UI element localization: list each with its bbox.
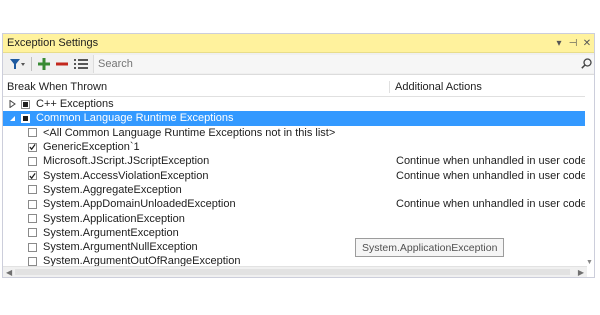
window-menu-dropdown-icon[interactable]: ▾	[552, 38, 566, 49]
row-checkbox[interactable]	[28, 128, 37, 138]
row-checkbox[interactable]	[28, 156, 37, 166]
scroll-left-arrow-icon[interactable]: ◀	[6, 268, 12, 277]
exception-row[interactable]: System.ArgumentNullException	[3, 240, 594, 254]
window-title: Exception Settings	[7, 37, 99, 49]
exception-name: Common Language Runtime Exceptions	[36, 112, 234, 125]
exception-row[interactable]: System.AppDomainUnloadedException Continu…	[3, 197, 594, 211]
row-checkbox[interactable]	[28, 142, 37, 152]
column-additional-actions[interactable]: Additional Actions	[390, 81, 594, 93]
exception-row[interactable]: GenericException`1	[3, 140, 594, 154]
row-checkbox[interactable]	[28, 199, 37, 209]
column-header: Break When Thrown Additional Actions	[3, 77, 594, 97]
remove-exception-button[interactable]	[53, 55, 71, 73]
exception-name: System.ArgumentNullException	[43, 241, 198, 254]
edit-conditions-icon	[74, 58, 88, 69]
exception-name: <All Common Language Runtime Exceptions …	[43, 126, 336, 139]
collapsed-arrow-icon[interactable]	[8, 100, 17, 109]
exception-row[interactable]: C++ Exceptions	[3, 97, 594, 111]
exception-name: C++ Exceptions	[36, 98, 114, 111]
column-break-when-thrown[interactable]: Break When Thrown	[3, 80, 390, 93]
scroll-right-arrow-icon[interactable]: ▶	[578, 268, 584, 277]
row-checkbox[interactable]	[28, 242, 37, 252]
add-icon	[38, 57, 50, 70]
edit-conditions-button[interactable]	[71, 55, 91, 73]
additional-action: Continue when unhandled in user code	[396, 169, 587, 182]
pin-icon[interactable]: ⊣	[566, 38, 580, 49]
exception-name: System.AggregateException	[43, 183, 182, 196]
search-input[interactable]	[98, 57, 578, 70]
exception-row[interactable]: System.AggregateException	[3, 183, 594, 197]
tooltip: System.ApplicationException	[355, 238, 505, 257]
row-checkbox[interactable]	[21, 113, 30, 123]
add-exception-button[interactable]	[35, 55, 53, 73]
exception-row[interactable]: Common Language Runtime Exceptions	[3, 111, 594, 126]
horizontal-scrollbar[interactable]: ◀ ▶	[3, 266, 587, 277]
search-box[interactable]	[93, 54, 594, 73]
exception-name: System.AppDomainUnloadedException	[43, 198, 236, 211]
row-checkbox[interactable]	[28, 185, 37, 195]
scroll-down-arrow-icon[interactable]: ▼	[586, 259, 593, 266]
vertical-scrollbar[interactable]: ▼	[585, 96, 594, 266]
row-checkbox[interactable]	[28, 171, 37, 181]
exception-tree: C++ Exceptions Common Language Runtime Ex…	[3, 97, 594, 269]
remove-icon	[56, 62, 68, 65]
exception-name: System.ApplicationException	[43, 212, 185, 225]
exception-row[interactable]: System.ApplicationException	[3, 211, 594, 225]
toolbar	[3, 53, 594, 75]
title-bar: Exception Settings ▾ ⊣ ✕	[3, 34, 594, 53]
exception-row[interactable]: Microsoft.JScript.JScriptException Contin…	[3, 154, 594, 168]
additional-action: Continue when unhandled in user code	[396, 155, 587, 168]
exception-name: GenericException`1	[43, 141, 140, 154]
close-icon[interactable]: ✕	[580, 38, 594, 49]
row-checkbox[interactable]	[21, 99, 30, 109]
additional-action: Continue when unhandled in user code	[396, 198, 587, 211]
exception-name: Microsoft.JScript.JScriptException	[43, 155, 210, 168]
row-checkbox[interactable]	[28, 228, 37, 238]
exception-name: System.ArgumentException	[43, 226, 179, 239]
row-checkbox[interactable]	[28, 214, 37, 224]
search-icon[interactable]	[578, 58, 594, 69]
toolbar-separator	[31, 56, 32, 71]
exception-name: System.AccessViolationException	[43, 169, 209, 182]
exception-row[interactable]: <All Common Language Runtime Exceptions …	[3, 126, 594, 140]
exception-settings-panel: Exception Settings ▾ ⊣ ✕ Search Break Wh…	[2, 33, 595, 278]
exception-row[interactable]: System.AccessViolationException Continue …	[3, 168, 594, 182]
horizontal-scroll-thumb[interactable]	[15, 269, 570, 275]
exception-row[interactable]: System.ArgumentException	[3, 226, 594, 240]
row-checkbox[interactable]	[28, 256, 37, 266]
filter-icon	[10, 58, 25, 69]
expanded-arrow-icon[interactable]	[8, 115, 17, 122]
filter-button[interactable]	[6, 55, 28, 73]
